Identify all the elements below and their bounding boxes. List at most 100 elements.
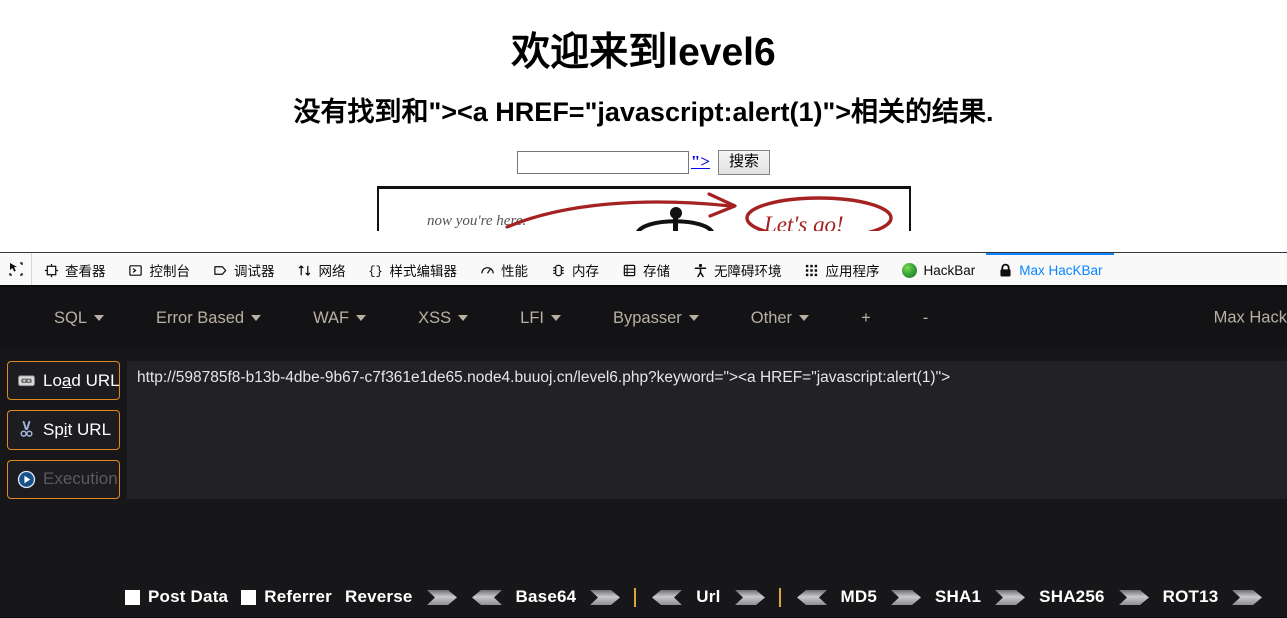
chevron-down-icon bbox=[799, 315, 810, 321]
search-result-message: 没有找到和"><a HREF="javascript:alert(1)">相关的… bbox=[293, 96, 994, 127]
tab-label: 查看器 bbox=[65, 264, 106, 279]
execution-button: Execution bbox=[7, 459, 120, 499]
chevron-down-icon bbox=[94, 315, 105, 321]
reverse-encode-button[interactable] bbox=[426, 589, 458, 606]
tab-label: 存储 bbox=[643, 264, 670, 279]
tab-label: 调试器 bbox=[234, 264, 275, 279]
hero-annotation-text: Let's go! bbox=[763, 212, 844, 231]
url-label: Url bbox=[696, 587, 721, 606]
hackbar-menu-bypasser[interactable]: Bypasser bbox=[587, 309, 725, 328]
chevron-down-icon bbox=[356, 315, 367, 321]
devtools-tab-memory[interactable]: 内存 bbox=[539, 253, 610, 285]
devtools-tab-storage[interactable]: 存储 bbox=[610, 253, 681, 285]
tab-label: 内存 bbox=[572, 264, 599, 279]
devtools-tab-debugger[interactable]: 调试器 bbox=[201, 253, 286, 285]
inspector-icon bbox=[43, 262, 59, 278]
button-label: Spit URL bbox=[43, 419, 112, 439]
hackbar-menu-xss[interactable]: XSS bbox=[392, 309, 494, 328]
rot13-label: ROT13 bbox=[1162, 587, 1219, 606]
rot13-encode-button[interactable] bbox=[1231, 589, 1263, 606]
url-encode-button[interactable] bbox=[734, 589, 766, 606]
web-page-content: 欢迎来到level6 没有找到和"><a HREF="javascript:al… bbox=[0, 0, 1287, 252]
hackbar-menu-bar: SQL Error Based WAF XSS LFI Bypasser Oth… bbox=[0, 287, 1287, 349]
application-icon bbox=[804, 262, 820, 278]
console-icon bbox=[128, 262, 144, 278]
lock-icon bbox=[997, 262, 1013, 278]
url-decode-button[interactable] bbox=[796, 589, 828, 606]
devtools-tab-style-editor[interactable]: {} 样式编辑器 bbox=[357, 253, 469, 285]
hackbar-action-buttons: Load URL Spit URL Execution bbox=[0, 361, 120, 499]
hackbar-menu-add[interactable]: + bbox=[835, 309, 897, 328]
menu-label: SQL bbox=[54, 308, 88, 327]
hackbar-menu-remove[interactable]: - bbox=[897, 309, 955, 328]
post-data-checkbox[interactable] bbox=[125, 589, 140, 605]
chevron-down-icon bbox=[688, 315, 699, 321]
sha1-hash-button[interactable] bbox=[994, 589, 1026, 606]
style-editor-icon: {} bbox=[368, 262, 384, 278]
load-url-icon bbox=[16, 371, 36, 391]
menu-label: LFI bbox=[520, 308, 544, 327]
injected-xss-link[interactable]: "> bbox=[691, 152, 710, 172]
hackbar-encoding-toolbar: Post Data Referrer Reverse Base64 Url MD… bbox=[0, 577, 1287, 617]
devtools-tab-performance[interactable]: 性能 bbox=[468, 253, 539, 285]
debugger-icon bbox=[212, 262, 228, 278]
hackbar-main-row: Load URL Spit URL Execution http://59878… bbox=[0, 349, 1287, 499]
split-url-button[interactable]: Spit URL bbox=[7, 410, 120, 450]
developer-tools-panel: 查看器 控制台 调试器 网络 {} 样式编辑器 性能 内存 存储 无障碍环境 应… bbox=[0, 252, 1287, 618]
memory-icon bbox=[550, 262, 566, 278]
search-input[interactable] bbox=[516, 150, 689, 174]
menu-label: Bypasser bbox=[613, 308, 682, 327]
devtools-tab-console[interactable]: 控制台 bbox=[117, 253, 202, 285]
devtools-tab-hackbar[interactable]: HackBar bbox=[891, 253, 987, 285]
page-title: 欢迎来到level6 bbox=[511, 31, 776, 74]
sha256-hash-button[interactable] bbox=[1118, 589, 1150, 606]
base64-label: Base64 bbox=[515, 587, 577, 606]
url-textarea[interactable] bbox=[127, 361, 1287, 499]
hackbar-menu-waf[interactable]: WAF bbox=[287, 309, 392, 328]
devtools-tab-bar: 查看器 控制台 调试器 网络 {} 样式编辑器 性能 内存 存储 无障碍环境 应… bbox=[0, 253, 1287, 287]
hero-illustration: now you're here. Let's go! bbox=[378, 188, 909, 231]
hackbar-firefox-icon bbox=[902, 262, 918, 278]
tab-label: 无障碍环境 bbox=[714, 264, 782, 279]
chevron-down-icon bbox=[251, 315, 262, 321]
split-url-icon bbox=[16, 420, 36, 440]
load-url-button[interactable]: Load URL bbox=[7, 361, 120, 401]
devtools-tab-max-hackbar[interactable]: Max HacKBar bbox=[986, 253, 1114, 285]
tab-label: 样式编辑器 bbox=[389, 264, 458, 279]
execute-icon bbox=[16, 469, 36, 489]
devtools-tab-accessibility[interactable]: 无障碍环境 bbox=[681, 253, 793, 285]
hackbar-menu-sql[interactable]: SQL bbox=[28, 309, 130, 328]
toolbar-separator bbox=[634, 587, 637, 607]
max-hackbar-panel: SQL Error Based WAF XSS LFI Bypasser Oth… bbox=[0, 287, 1287, 617]
menu-label: WAF bbox=[313, 308, 350, 327]
chevron-down-icon bbox=[551, 315, 561, 321]
devtools-tab-inspector[interactable]: 查看器 bbox=[32, 253, 117, 285]
button-label: Load URL bbox=[43, 370, 120, 390]
devtools-tab-application[interactable]: 应用程序 bbox=[793, 253, 891, 285]
hackbar-menu-lfi[interactable]: LFI bbox=[494, 309, 587, 328]
md5-hash-button[interactable] bbox=[890, 589, 922, 606]
search-button[interactable]: 搜索 bbox=[718, 149, 771, 175]
referrer-checkbox[interactable] bbox=[241, 589, 257, 605]
base64-encode-button[interactable] bbox=[589, 589, 621, 606]
base64-decode-button[interactable] bbox=[651, 589, 683, 606]
post-data-label: Post Data bbox=[148, 587, 229, 606]
hero-image: now you're here. Let's go! bbox=[376, 185, 911, 231]
devtools-tab-network[interactable]: 网络 bbox=[286, 253, 357, 285]
accessibility-icon bbox=[692, 262, 708, 278]
tab-label: Max HacKBar bbox=[1019, 262, 1103, 278]
sha256-label: SHA256 bbox=[1039, 587, 1105, 606]
hackbar-menu-error-based[interactable]: Error Based bbox=[130, 309, 287, 328]
chevron-down-icon bbox=[458, 315, 469, 321]
referrer-label: Referrer bbox=[264, 587, 332, 606]
reverse-decode-button[interactable] bbox=[471, 589, 503, 606]
search-form: "> 搜索 bbox=[0, 149, 1287, 175]
hackbar-menu-other[interactable]: Other bbox=[725, 309, 835, 328]
sha1-label: SHA1 bbox=[935, 587, 982, 606]
tab-label: HackBar bbox=[923, 262, 976, 278]
tab-label: 应用程序 bbox=[825, 264, 880, 279]
network-icon bbox=[297, 262, 313, 278]
element-picker-icon[interactable] bbox=[0, 253, 32, 285]
menu-label: XSS bbox=[418, 308, 452, 327]
hackbar-brand-label: Max Hack bbox=[1213, 308, 1287, 327]
